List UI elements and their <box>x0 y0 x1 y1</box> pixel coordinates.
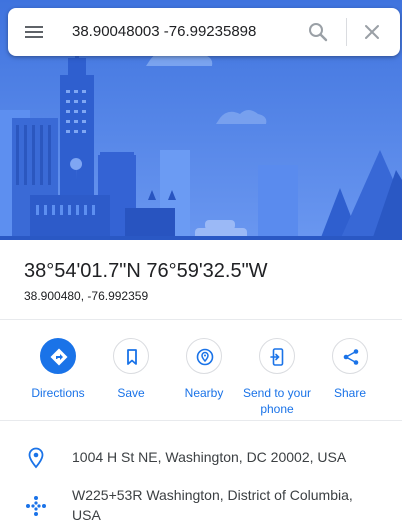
bookmark-icon <box>113 338 149 374</box>
address-text: 1004 H St NE, Washington, DC 20002, USA <box>72 449 347 465</box>
coordinates-decimal: 38.900480, -76.992359 <box>24 289 149 303</box>
coordinates-dms-title: 38°54'01.7"N 76°59'32.5"W <box>24 260 268 282</box>
nearby-icon <box>186 338 222 374</box>
share-button[interactable]: Share <box>305 338 395 401</box>
send-to-phone-icon <box>259 338 295 374</box>
close-icon[interactable] <box>360 20 384 44</box>
location-pin-icon <box>24 446 48 470</box>
directions-icon <box>40 338 76 374</box>
plus-code-text: W225+53R Washington, District of Columbi… <box>72 487 353 523</box>
divider <box>0 420 402 421</box>
plus-code-icon <box>24 494 48 518</box>
menu-icon[interactable] <box>18 18 46 46</box>
search-bar <box>8 8 400 56</box>
share-icon <box>332 338 368 374</box>
search-input[interactable] <box>72 21 292 43</box>
plus-code-row[interactable]: W225+53R Washington, District of Columbi… <box>0 485 402 527</box>
address-row[interactable]: 1004 H St NE, Washington, DC 20002, USA <box>0 446 402 470</box>
action-buttons-row: Directions Save Nearby Send to your phon… <box>0 320 402 420</box>
search-icon[interactable] <box>306 20 330 44</box>
share-label: Share <box>333 386 367 400</box>
search-divider <box>346 18 347 46</box>
